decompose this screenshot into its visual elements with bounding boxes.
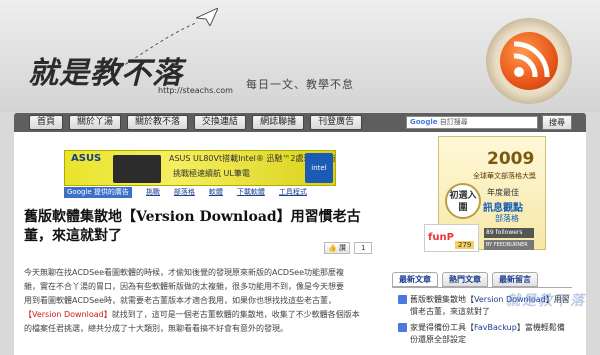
asus-ad-banner[interactable]: ASUS ASUS UL80Vt搭載Intel® 迅馳™2處理器技術 挑戰極速續… <box>64 150 336 186</box>
ad-link[interactable]: 挑戰 <box>146 187 160 197</box>
award-year: 2009 <box>487 149 535 169</box>
search-button[interactable]: 搜尋 <box>542 115 572 130</box>
post-body-line: 的檔案任君挑選，總共分成了十大類別，無聊看看搞不好會有意外的發現。 <box>24 324 288 333</box>
ad-link[interactable]: 下載軟體 <box>237 187 265 197</box>
nav-about-site[interactable]: 關於教不落 <box>127 115 189 130</box>
list-item-text: 舊版軟體集散地【 <box>410 295 474 304</box>
nav-home[interactable]: 首頁 <box>29 115 64 130</box>
paper-plane-icon <box>196 8 218 26</box>
ad-link[interactable]: 部落格 <box>174 187 195 197</box>
google-brand-label: Google <box>410 118 438 126</box>
feedburner-count-badge[interactable]: 89 followers <box>484 228 534 238</box>
award-circle: 初選入圍 <box>445 183 481 219</box>
search-placeholder: 自訂搜尋 <box>439 118 468 126</box>
funp-badge[interactable]: funP 279 <box>424 224 479 252</box>
laptop-image-icon <box>113 155 161 183</box>
list-item-text: 家覺得備份工具【 <box>410 323 474 332</box>
site-header: 就是教不落 http://steachs.com 每日一文、教學不怠 <box>0 0 600 112</box>
post-body-line: 今天無聊在找ACDSee看圖軟體的時候，才偷知後覺的發現原來新版的ACDSee功… <box>24 268 344 277</box>
feedburner-label: BY FEEDBURNER <box>484 240 534 250</box>
tab-popular-posts[interactable]: 熱門文章 <box>442 272 488 287</box>
watermark: 就是教不落 <box>506 293 586 309</box>
sidebar-tabs: 最新文章 熱門文章 最新留言 <box>392 272 538 287</box>
funp-count: 279 <box>455 241 475 249</box>
list-item-keyword: FavBackup <box>474 323 517 332</box>
post-keyword-link[interactable]: 【Version Download】 <box>24 310 112 319</box>
like-label: 讚 <box>338 244 346 252</box>
search-input[interactable]: Google 自訂搜尋 <box>406 116 538 129</box>
award-category-sub: 部落格 <box>495 214 519 223</box>
post-body: 今天無聊在找ACDSee看圖軟體的時候，才偷知後覺的發現原來新版的ACDSee功… <box>24 266 384 336</box>
site-slogan: 每日一文、教學不怠 <box>246 78 354 91</box>
google-ads-label[interactable]: Google 提供的廣告 <box>64 186 132 198</box>
ad-link[interactable]: 工具程式 <box>279 187 307 197</box>
ad-brand-label: ASUS <box>71 153 102 164</box>
ad-links-row: Google 提供的廣告 挑戰 部落格 軟體 下載軟體 工具程式 <box>64 186 336 198</box>
site-logo-url: http://steachs.com <box>158 86 233 95</box>
like-widget: 👍 讚 1 <box>324 242 373 254</box>
post-body-line: 【Version Download】就找到了，這可是一個老古董軟體的集散地，收集… <box>24 308 384 322</box>
nav-blog-feed[interactable]: 網誌聯播 <box>252 115 305 130</box>
post-body-text: 就找到了，這可是一個老古董軟體的集散地，收集了不少軟體各個版本 <box>111 310 360 319</box>
main-navbar: 首頁 關於丫湯 關於教不落 交換連結 網誌聯播 刊登廣告 Google 自訂搜尋… <box>14 113 586 132</box>
post-body-line: 用到看圖軟體ACDSee時，就需要老古董版本才適合我用，如果你也想找找這些老古董… <box>24 296 336 305</box>
tab-latest-comments[interactable]: 最新留言 <box>492 272 538 287</box>
list-item[interactable]: 家覺得備份工具【FavBackup】當機輕鬆備份還原全部設定 <box>398 322 572 346</box>
like-count: 1 <box>353 242 373 254</box>
post-body-line: 雜，實在不合丫湯的胃口，因為有些軟體新版做的太複雜，很多功能用不到，像是今天想要 <box>24 282 344 291</box>
award-subtitle: 全球華文部落格大獎 <box>473 172 536 180</box>
like-button[interactable]: 👍 讚 <box>324 242 350 254</box>
funp-label: funP <box>428 232 454 243</box>
rss-feed-icon[interactable] <box>486 18 572 104</box>
nav-about-author[interactable]: 關於丫湯 <box>69 115 122 130</box>
post-title[interactable]: 舊版軟體集散地【Version Download】用習慣老古董，來這就對了 <box>24 208 386 246</box>
tab-latest-posts[interactable]: 最新文章 <box>392 272 438 287</box>
award-message: 年度最佳 <box>487 188 519 197</box>
post-bullet-icon <box>398 295 407 304</box>
nav-advertise[interactable]: 刊登廣告 <box>310 115 363 130</box>
ad-link[interactable]: 軟體 <box>209 187 223 197</box>
nav-link-exchange[interactable]: 交換連結 <box>194 115 247 130</box>
award-category: 訊息觀點 <box>483 203 523 214</box>
intel-logo-icon: intel <box>305 153 333 183</box>
post-bullet-icon <box>398 323 407 332</box>
ad-subline: 挑戰極速續航 UL筆電 <box>173 169 250 178</box>
